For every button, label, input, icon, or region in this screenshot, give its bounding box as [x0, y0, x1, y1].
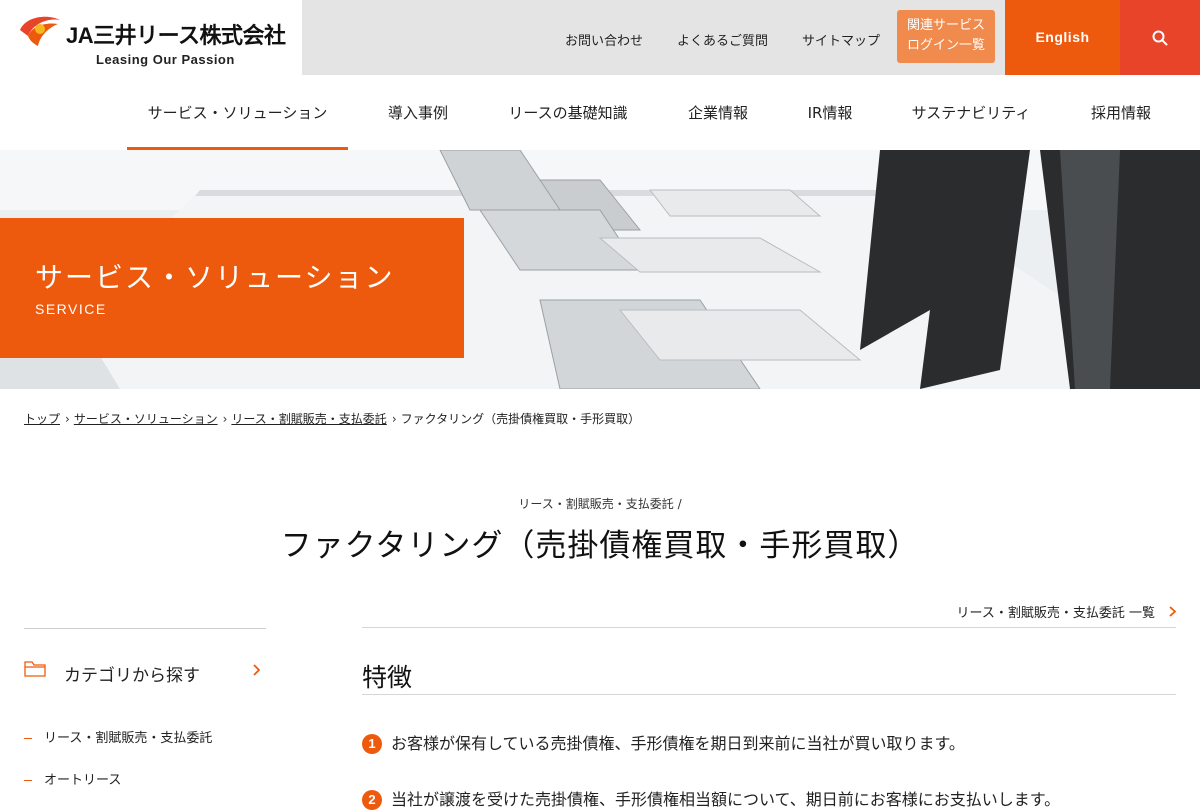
number-badge-icon: 2 [362, 790, 382, 810]
breadcrumb: トップ › サービス・ソリューション › リース・割賦販売・支払委託 › ファクタリング（売… [24, 410, 640, 427]
nav-item-ir[interactable]: IR情報 [798, 75, 862, 150]
nav-item-services[interactable]: サービス・ソリューション [127, 75, 348, 150]
hero-banner: サービス・ソリューション SERVICE [0, 150, 1200, 389]
features-heading: 特徴 [362, 663, 413, 692]
breadcrumb-top[interactable]: トップ [24, 412, 60, 426]
feature-item: 1 お客様が保有している売掛債権、手形債権を期日到来前に当社が買い取ります。 [362, 730, 965, 754]
dash-icon [24, 738, 32, 739]
ja-logo-icon [20, 16, 60, 46]
sidebar-divider [24, 628, 266, 629]
sidebar-item-auto-lease[interactable]: オートリース [24, 769, 121, 788]
feature-text: お客様が保有している売掛債権、手形債権を期日到来前に当社が買い取ります。 [391, 734, 965, 753]
nav-item-lease-basics[interactable]: リースの基礎知識 [498, 75, 638, 150]
nav-item-sustainability[interactable]: サステナビリティ [902, 75, 1040, 150]
login-button-line2: ログイン一覧 [906, 38, 985, 53]
folder-icon [24, 661, 46, 677]
chevron-right-icon: › [222, 412, 228, 426]
chevron-right-icon: › [391, 412, 397, 426]
page-category-label: リース・割賦販売・支払委託 / [518, 497, 682, 511]
main-nav: サービス・ソリューション 導入事例 リースの基礎知識 企業情報 IR情報 サステ… [0, 75, 1200, 150]
chevron-right-icon: › [65, 412, 70, 426]
sidebar-item-label: リース・割賦販売・支払委託 [44, 731, 213, 746]
company-name: JA三井リース株式会社 [66, 23, 286, 48]
english-button[interactable]: English [1005, 0, 1120, 75]
hero-title-box: サービス・ソリューション SERVICE [0, 218, 464, 358]
breadcrumb-current: ファクタリング（売掛債権買取・手形買取） [400, 412, 641, 426]
breadcrumb-services[interactable]: サービス・ソリューション [74, 412, 218, 426]
category-search-toggle[interactable]: カテゴリから探す [24, 656, 266, 688]
category-list-link-label: リース・割賦販売・支払委託 一覧 [956, 606, 1155, 621]
related-services-login-button[interactable]: 関連サービス ログイン一覧 [897, 10, 995, 63]
dash-icon [24, 780, 32, 781]
sitemap-link[interactable]: サイトマップ [802, 30, 880, 49]
login-button-line1: 関連サービス [906, 18, 985, 33]
chevron-right-icon [253, 664, 260, 676]
search-button[interactable] [1120, 0, 1200, 75]
faq-link[interactable]: よくあるご質問 [677, 30, 768, 49]
breadcrumb-lease[interactable]: リース・割賦販売・支払委託 [231, 412, 386, 426]
search-icon [1152, 30, 1168, 46]
sidebar-item-lease[interactable]: リース・割賦販売・支払委託 [24, 727, 212, 746]
category-search-label: カテゴリから探す [64, 666, 200, 686]
chevron-right-icon [1169, 606, 1176, 617]
number-badge-icon: 1 [362, 734, 382, 754]
feature-item: 2 当社が譲渡を受けた売掛債権、手形債権相当額について、期日前にお客様にお支払いし… [362, 786, 1060, 810]
sidebar-item-label: オートリース [44, 773, 122, 788]
company-tagline: Leasing Our Passion [96, 52, 235, 67]
category-list-link[interactable]: リース・割賦販売・支払委託 一覧 [957, 602, 1176, 621]
hero-subtitle: SERVICE [35, 301, 107, 317]
nav-item-recruit[interactable]: 採用情報 [1080, 75, 1162, 150]
company-logo[interactable]: JA三井リース株式会社 Leasing Our Passion [0, 0, 302, 75]
nav-item-company-info[interactable]: 企業情報 [678, 75, 758, 150]
hero-title: サービス・ソリューション [35, 261, 395, 294]
section-divider [362, 694, 1176, 695]
content-divider [362, 627, 1176, 628]
page-title: ファクタリング（売掛債権買取・手形買取） [280, 528, 920, 564]
site-header: JA三井リース株式会社 Leasing Our Passion お問い合わせ よ… [0, 0, 1200, 75]
nav-item-case-studies[interactable]: 導入事例 [378, 75, 458, 150]
contact-link[interactable]: お問い合わせ [565, 30, 643, 49]
